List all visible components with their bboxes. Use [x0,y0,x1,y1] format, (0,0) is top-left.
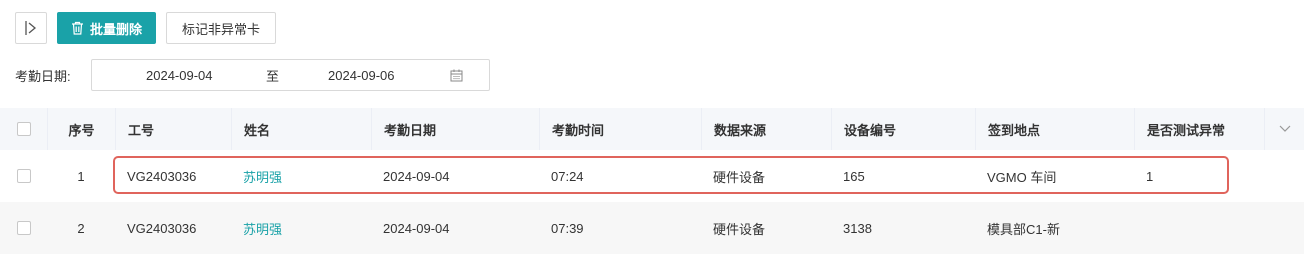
start-date-input[interactable]: 2024-09-04 [146,68,213,83]
cell-test-exception: 1 [1146,168,1154,184]
row-select-cell [0,202,47,254]
header-device-no: 设备编号 [831,108,975,150]
cell-employee-no: VG2403036 [127,220,197,236]
cell-test-exception [1134,202,1264,254]
cell-device-no: 3138 [843,220,872,236]
table-header: 序号 工号 姓名 考勤日期 考勤时间 数据来源 设备编号 签到地点 是否测试异常 [0,108,1304,150]
attendance-table: 序号 工号 姓名 考勤日期 考勤时间 数据来源 设备编号 签到地点 是否测试异常… [0,108,1304,254]
cell-attendance-date: 2024-09-04 [383,220,450,236]
cell-seq: 2 [77,220,85,236]
header-select-all [0,108,47,150]
cell-attendance-time: 07:24 [551,168,584,184]
calendar-icon[interactable] [450,69,463,82]
header-test-exception: 是否测试异常 [1134,108,1264,150]
row-checkbox[interactable] [16,169,31,183]
cell-checkin-location: VGMO 车间 [987,169,1057,185]
cell-data-source: 硬件设备 [713,221,766,237]
header-attendance-time: 考勤时间 [539,108,701,150]
mark-normal-card-button[interactable]: 标记非异常卡 [166,12,277,44]
header-employee-no: 工号 [115,108,231,150]
date-range-picker[interactable]: 2024-09-04 至 2024-09-06 [91,59,490,91]
cell-spacer [1264,202,1304,254]
row-select-cell [0,150,47,202]
select-all-checkbox[interactable] [16,122,31,136]
collapse-panel-button[interactable] [15,12,47,44]
expand-panel-icon [25,21,37,35]
cell-attendance-date: 2024-09-04 [383,168,450,184]
attendance-date-label: 考勤日期: [15,68,71,84]
batch-delete-button[interactable]: 批量删除 [57,12,157,44]
column-settings-toggle[interactable] [1264,108,1304,150]
header-seq: 序号 [47,108,115,150]
header-attendance-date: 考勤日期 [371,108,539,150]
table-row[interactable]: 1 VG2403036 苏明强 2024-09-04 07:24 硬件设备 16… [0,150,1304,202]
cell-checkin-location: 模具部C1-新 [987,221,1060,237]
cell-name-link[interactable]: 苏明强 [231,150,371,202]
header-data-source: 数据来源 [701,108,831,150]
cell-attendance-time: 07:39 [551,220,584,236]
cell-spacer [1264,150,1304,202]
toolbar: 批量删除 标记非异常卡 [15,12,277,44]
trash-icon [72,21,83,35]
header-checkin-location: 签到地点 [975,108,1134,150]
date-range-separator: 至 [266,68,280,84]
cell-name-link[interactable]: 苏明强 [231,202,371,254]
end-date-input[interactable]: 2024-09-06 [328,68,395,83]
cell-employee-no: VG2403036 [127,168,197,184]
row-checkbox[interactable] [16,221,31,235]
cell-device-no: 165 [843,168,865,184]
attendance-date-filter: 考勤日期: 2024-09-04 至 2024-09-06 [15,59,490,91]
chevron-down-icon [1279,125,1290,132]
mark-normal-card-label: 标记非异常卡 [182,21,261,37]
batch-delete-label: 批量删除 [90,21,143,37]
table-row[interactable]: 2 VG2403036 苏明强 2024-09-04 07:39 硬件设备 31… [0,202,1304,254]
cell-data-source: 硬件设备 [713,169,766,185]
cell-seq: 1 [77,168,85,184]
header-name: 姓名 [231,108,371,150]
